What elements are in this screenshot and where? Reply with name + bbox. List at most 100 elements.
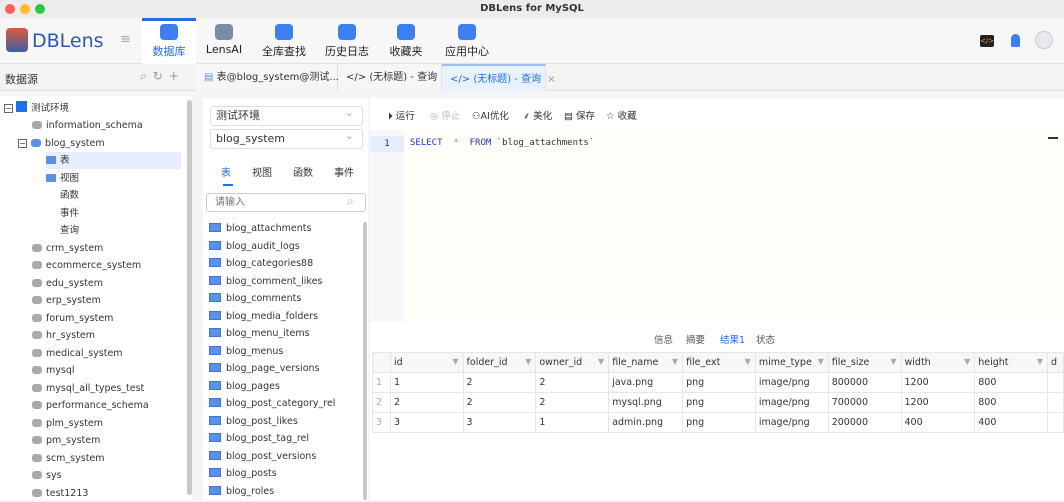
filter-icon[interactable]: ▼ [672,357,678,366]
nav-history-log[interactable]: 历史日志 [316,18,378,64]
table-list-item[interactable]: blog_posts [209,465,277,482]
column-header-folder_id[interactable]: folder_id ▼ [462,352,537,373]
stop-button[interactable]: ◎ 停止 [430,108,460,122]
column-header-file_ext[interactable]: file_ext ▼ [682,352,756,373]
filter-icon[interactable]: ▼ [1037,357,1043,366]
collapse-icon[interactable]: − [18,138,27,148]
table-list-item[interactable]: blog_pages [209,378,280,395]
nav-app-center[interactable]: 应用中心 [434,18,500,64]
tree-item[interactable]: 函数 [46,187,79,204]
cell[interactable]: 700000 [827,392,902,413]
table-list-item[interactable]: blog_post_tag_rel [209,430,309,447]
column-header-file_name[interactable]: file_name ▼ [608,352,684,373]
close-tab-icon[interactable]: × [547,74,555,85]
column-header-id[interactable]: id ▼ [389,352,464,373]
table-list-item[interactable]: blog_post_versions [209,448,316,465]
filter-icon[interactable]: ▼ [890,357,896,366]
maximize-window-button[interactable] [35,4,45,14]
cell[interactable]: png [682,372,756,393]
tree-item[interactable]: 事件 [46,205,79,222]
table-row[interactable]: 3 3 3 1 admin.png png image/png 200000 400 400 [372,412,1064,433]
nav-favorites[interactable]: 收藏夹 [380,18,432,64]
close-window-button[interactable] [5,4,15,14]
cell[interactable] [1046,412,1064,433]
column-header-width[interactable]: width ▼ [900,352,976,373]
tree-item[interactable]: information_schema [32,117,143,134]
cell[interactable]: 2 [535,372,610,393]
table-list-item[interactable]: blog_media_folders [209,308,318,325]
save-button[interactable]: ▤ 保存 [564,108,595,122]
cell[interactable]: 2 [535,392,610,413]
table-list-item[interactable]: blog_page_versions [209,360,319,377]
table-list-item[interactable]: blog_post_category_rel [209,395,335,412]
cell[interactable]: image/png [754,392,829,413]
column-header-owner_id[interactable]: owner_id ▼ [535,352,610,373]
cell[interactable] [1046,392,1064,413]
tree-root[interactable]: − 测试环境 [4,100,69,117]
tree-item[interactable]: mysql [32,362,75,379]
filter-icon[interactable]: ▼ [525,357,531,366]
table-list-item[interactable]: blog_comments [209,290,301,307]
cell[interactable]: 1 [389,372,464,393]
result-tab-3[interactable]: 状态 [756,332,775,346]
table-list-item[interactable]: blog_roles [209,483,274,500]
nav-global-search[interactable]: 全库查找 [254,18,314,64]
tree-item[interactable]: 视图 [46,170,79,187]
tree-item[interactable]: plm_system [32,415,103,432]
table-list-item[interactable]: blog_attachments [209,220,311,237]
tab-query-2[interactable]: </> (无标题) - 查询 × [442,64,555,91]
code-icon[interactable]: </> [980,35,994,47]
object-tab-1[interactable]: 视图 [252,164,272,179]
tree-item[interactable]: crm_system [32,240,103,257]
cell[interactable]: image/png [754,372,829,393]
cell[interactable]: png [682,392,756,413]
tree-item[interactable]: test1213 [32,485,88,502]
ai-optimize-button[interactable]: ⚇AI优化 [472,108,509,122]
minimize-window-button[interactable] [20,4,30,14]
table-list-item[interactable]: blog_audit_logs [209,238,300,255]
cell[interactable]: 800 [974,392,1048,413]
result-tab-0[interactable]: 信息 [654,332,673,346]
tree-item[interactable]: sys [32,467,62,484]
cell[interactable]: image/png [754,412,829,433]
table-row[interactable]: 2 2 2 2 mysql.png png image/png 700000 1200 800 [372,392,1064,413]
cell[interactable]: 800 [974,372,1048,393]
cell[interactable]: 2 [389,392,464,413]
run-button[interactable]: ⏵ 运行 [388,108,415,122]
cell[interactable]: 1200 [900,392,976,413]
beautify-button[interactable]: ⸙ 美化 [523,108,552,122]
filter-icon[interactable]: ▼ [818,357,824,366]
tree-item[interactable]: 查询 [46,222,79,239]
table-list-item[interactable]: blog_post_likes [209,413,298,430]
column-header-height[interactable]: height ▼ [974,352,1048,373]
tree-item[interactable]: edu_system [32,275,103,292]
menu-collapse-icon[interactable]: ≡ [120,32,131,47]
list-scrollbar[interactable] [363,222,367,500]
tree-item[interactable]: − blog_system [18,135,105,152]
column-header-d[interactable]: d [1046,352,1064,373]
table-list-item[interactable]: blog_categories88 [209,255,313,272]
tree-item[interactable]: 表 [46,152,181,169]
cell[interactable]: java.png [608,372,684,393]
result-tab-2[interactable]: 结果1 [720,332,745,346]
environment-select[interactable]: 测试环境 [210,104,363,126]
object-tab-3[interactable]: 事件 [334,164,354,179]
database-select[interactable]: blog_system [210,127,363,149]
cell[interactable]: 800000 [827,372,902,393]
avatar[interactable] [1035,31,1053,49]
table-list-item[interactable]: blog_menus [209,343,283,360]
rocket-icon[interactable] [1011,34,1020,47]
cell[interactable]: mysql.png [608,392,684,413]
cell[interactable]: 2 [462,372,537,393]
column-header-file_size[interactable]: file_size ▼ [827,352,902,373]
favorite-button[interactable]: ☆ 收藏 [606,108,637,122]
table-list-item[interactable]: blog_menu_items [209,325,310,342]
cell[interactable]: png [682,412,756,433]
tree-item[interactable]: scm_system [32,450,105,467]
tab-query-1[interactable]: </> (无标题) - 查询× [338,64,451,91]
tab-table-blog-system[interactable]: ▤ 表@blog_system@测试...× [196,64,353,91]
tree-item[interactable]: ecommerce_system [32,257,141,274]
tree-item[interactable]: forum_system [32,310,113,327]
tree-item[interactable]: hr_system [32,327,95,344]
tree-item[interactable]: erp_system [32,292,101,309]
